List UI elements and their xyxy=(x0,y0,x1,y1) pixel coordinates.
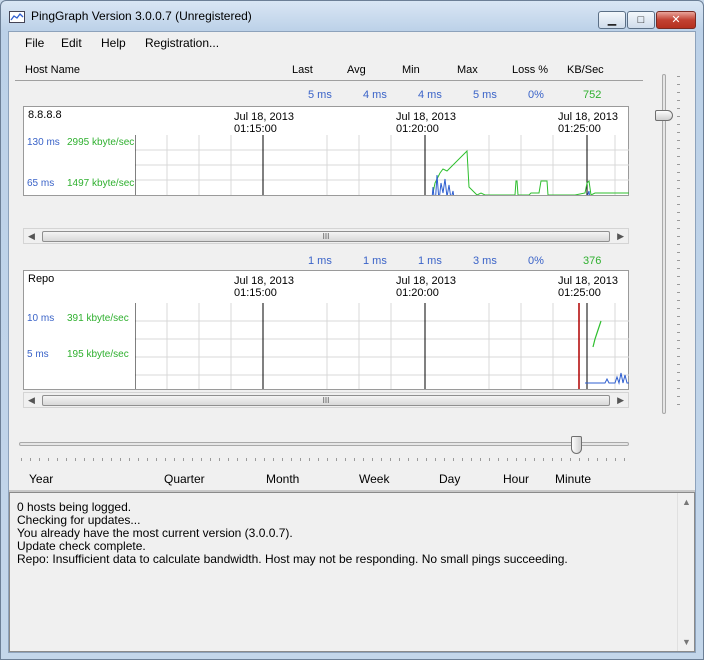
axis-kb-high: 391 kbyte/sec xyxy=(67,313,129,324)
header-divider xyxy=(15,80,643,81)
time-time: 01:25:00 xyxy=(558,123,601,135)
host2-horizontal-scrollbar[interactable]: ◀ III ▶ xyxy=(23,392,629,408)
host-panel-repo[interactable]: Repo 10 ms 391 kbyte/sec 5 ms 195 kbyte/… xyxy=(23,270,629,390)
time-date: Jul 18, 2013 xyxy=(396,111,456,123)
axis-ms-high: 130 ms xyxy=(27,137,60,148)
time-date: Jul 18, 2013 xyxy=(558,111,618,123)
bandwidth-series xyxy=(432,149,629,195)
vertical-zoom-track[interactable] xyxy=(662,74,666,414)
log-panel[interactable]: 0 hosts being logged. Checking for updat… xyxy=(9,492,695,652)
zoom-quarter[interactable]: Quarter xyxy=(164,472,205,486)
host1-avg: 4 ms xyxy=(363,89,387,101)
time-time: 01:20:00 xyxy=(396,123,439,135)
scroll-left-arrow[interactable]: ◀ xyxy=(28,395,35,406)
col-host-name[interactable]: Host Name xyxy=(25,64,80,76)
time-time: 01:15:00 xyxy=(234,287,277,299)
scroll-up-arrow[interactable]: ▲ xyxy=(682,497,691,507)
host1-last: 5 ms xyxy=(308,89,332,101)
host1-loss: 0% xyxy=(528,89,544,101)
column-header: Host Name Last Avg Min Max Loss % KB/Sec xyxy=(9,62,649,80)
title-bar[interactable]: PingGraph Version 3.0.0.7 (Unregistered)… xyxy=(1,1,703,31)
bandwidth-series xyxy=(592,320,602,348)
zoom-week[interactable]: Week xyxy=(359,472,389,486)
menu-bar: File Edit Help Registration... xyxy=(9,32,695,56)
time-date: Jul 18, 2013 xyxy=(234,275,294,287)
zoom-day[interactable]: Day xyxy=(439,472,460,486)
window-title: PingGraph Version 3.0.0.7 (Unregistered) xyxy=(31,9,252,23)
log-vertical-scrollbar[interactable]: ▲ ▼ xyxy=(677,493,694,651)
time-label: Jul 18, 2013 01:25:00 xyxy=(558,275,618,299)
time-scale-track[interactable] xyxy=(19,442,629,446)
time-label: Jul 18, 2013 01:15:00 xyxy=(234,275,294,299)
scroll-thumb[interactable]: III xyxy=(42,395,610,406)
col-avg[interactable]: Avg xyxy=(347,64,366,76)
ping-graph[interactable] xyxy=(135,303,629,389)
host2-kbsec: 376 xyxy=(583,255,602,267)
axis-ms-mid: 5 ms xyxy=(27,349,49,360)
axis-kb-high: 2995 kbyte/sec xyxy=(67,137,135,148)
host2-last: 1 ms xyxy=(308,255,332,267)
maximize-button[interactable]: □ xyxy=(627,11,655,29)
vertical-zoom-thumb[interactable] xyxy=(655,110,673,121)
host1-horizontal-scrollbar[interactable]: ◀ III ▶ xyxy=(23,228,629,244)
host1-min: 4 ms xyxy=(418,89,442,101)
scroll-right-arrow[interactable]: ▶ xyxy=(617,395,624,406)
scroll-down-arrow[interactable]: ▼ xyxy=(682,637,691,647)
app-icon xyxy=(9,11,25,23)
app-window: PingGraph Version 3.0.0.7 (Unregistered)… xyxy=(0,0,704,660)
scroll-left-arrow[interactable]: ◀ xyxy=(28,231,35,242)
host-panel-8888[interactable]: 8.8.8.8 130 ms 2995 kbyte/sec 65 ms 1497… xyxy=(23,106,629,196)
zoom-hour[interactable]: Hour xyxy=(503,472,529,486)
time-time: 01:15:00 xyxy=(234,123,277,135)
host2-loss: 0% xyxy=(528,255,544,267)
minimize-button[interactable]: ▁ xyxy=(598,11,626,29)
log-line: Repo: Insufficient data to calculate ban… xyxy=(17,552,568,566)
close-button[interactable]: ✕ xyxy=(656,11,696,29)
host2-max: 3 ms xyxy=(473,255,497,267)
menu-help[interactable]: Help xyxy=(101,36,126,50)
col-max[interactable]: Max xyxy=(457,64,478,76)
client-area: File Edit Help Registration... Host Name… xyxy=(8,31,696,653)
zoom-month[interactable]: Month xyxy=(266,472,299,486)
time-label: Jul 18, 2013 01:25:00 xyxy=(558,111,618,135)
menu-registration[interactable]: Registration... xyxy=(145,36,219,50)
scroll-right-arrow[interactable]: ▶ xyxy=(617,231,624,242)
time-label: Jul 18, 2013 01:20:00 xyxy=(396,275,456,299)
menu-file[interactable]: File xyxy=(25,36,44,50)
ping-series xyxy=(431,174,590,195)
time-scale-ticks xyxy=(21,458,627,461)
time-time: 01:20:00 xyxy=(396,287,439,299)
grid-lines xyxy=(135,135,629,195)
axis-ms-mid: 65 ms xyxy=(27,178,55,189)
host-name: 8.8.8.8 xyxy=(28,109,62,121)
menu-edit[interactable]: Edit xyxy=(61,36,82,50)
host2-min: 1 ms xyxy=(418,255,442,267)
time-date: Jul 18, 2013 xyxy=(558,275,618,287)
host-name: Repo xyxy=(28,273,55,285)
col-kbsec[interactable]: KB/Sec xyxy=(567,64,604,76)
axis-ms-high: 10 ms xyxy=(27,313,55,324)
col-loss[interactable]: Loss % xyxy=(512,64,548,76)
zoom-minute[interactable]: Minute xyxy=(555,472,591,486)
time-label: Jul 18, 2013 01:20:00 xyxy=(396,111,456,135)
host1-kbsec: 752 xyxy=(583,89,602,101)
scroll-thumb[interactable]: III xyxy=(42,231,610,242)
ping-graph[interactable] xyxy=(135,135,629,195)
col-min[interactable]: Min xyxy=(402,64,420,76)
vertical-zoom-ticks xyxy=(677,76,680,412)
time-scale-thumb[interactable] xyxy=(571,436,582,454)
host2-avg: 1 ms xyxy=(363,255,387,267)
grid-lines xyxy=(135,303,629,389)
col-last[interactable]: Last xyxy=(292,64,313,76)
axis-kb-mid: 1497 kbyte/sec xyxy=(67,178,135,189)
zoom-year[interactable]: Year xyxy=(29,472,53,486)
host1-max: 5 ms xyxy=(473,89,497,101)
axis-kb-mid: 195 kbyte/sec xyxy=(67,349,129,360)
time-date: Jul 18, 2013 xyxy=(234,111,294,123)
time-date: Jul 18, 2013 xyxy=(396,275,456,287)
time-label: Jul 18, 2013 01:15:00 xyxy=(234,111,294,135)
time-time: 01:25:00 xyxy=(558,287,601,299)
